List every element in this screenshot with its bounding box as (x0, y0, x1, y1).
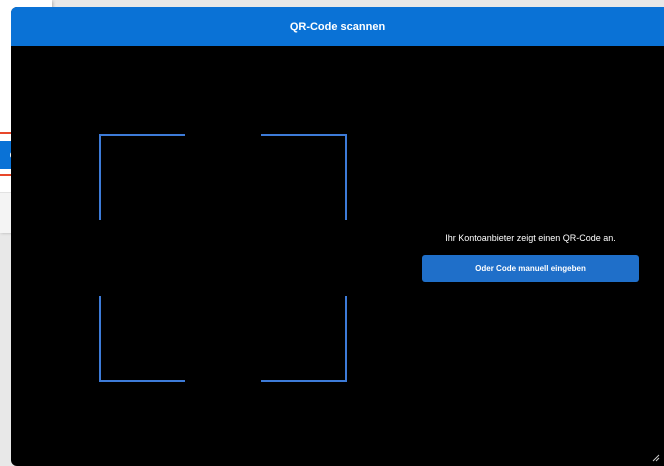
scan-frame-corner-bottom-right (261, 296, 347, 382)
qr-scanner-window: QR-Code scannen Ihr Kontoanbieter zeigt … (11, 7, 664, 466)
resize-grip-icon[interactable] (650, 452, 660, 462)
scan-hint-text: Ihr Kontoanbieter zeigt einen QR-Code an… (445, 233, 616, 243)
scan-frame-corner-top-left (99, 134, 185, 220)
manual-code-button[interactable]: Oder Code manuell eingeben (422, 255, 639, 282)
window-title: QR-Code scannen (289, 20, 386, 33)
scan-frame-corner-top-right (261, 134, 347, 220)
scan-frame-corner-bottom-left (99, 296, 185, 382)
scanner-titlebar: QR-Code scannen (11, 7, 664, 46)
